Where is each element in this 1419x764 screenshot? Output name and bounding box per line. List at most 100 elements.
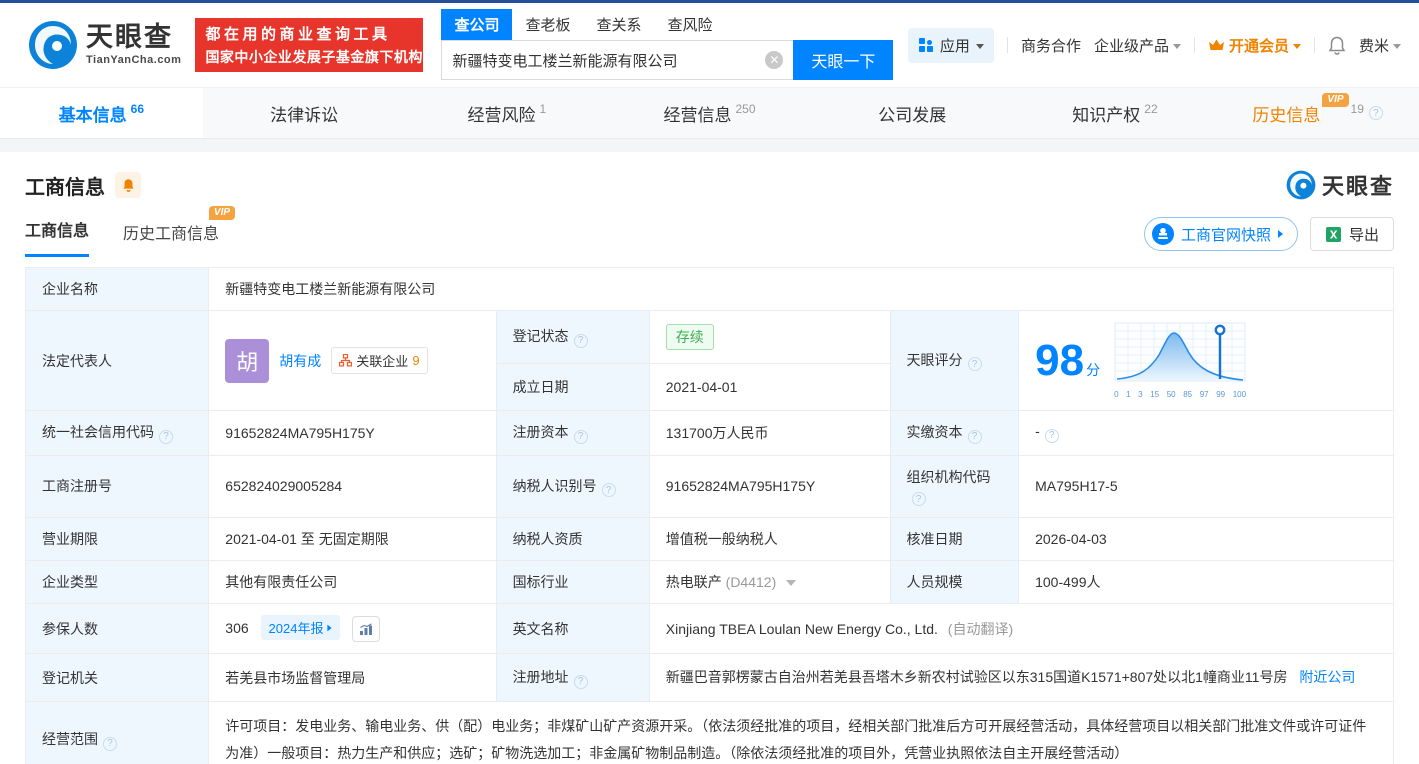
taxpayer-quality-value: 增值税一般纳税人 [648, 517, 891, 561]
notification-bell-icon[interactable] [1328, 36, 1346, 55]
legal-rep-name-link[interactable]: 胡有成 [279, 351, 321, 371]
search-button[interactable]: 天眼一下 [793, 40, 894, 80]
related-companies-badge[interactable]: 关联企业 9 [331, 347, 428, 374]
search-tab-relation[interactable]: 查关系 [583, 9, 654, 40]
help-icon[interactable]: ? [1044, 428, 1059, 443]
help-icon[interactable]: ? [911, 492, 926, 506]
taxpayer-quality-label: 纳税人资质 [495, 517, 650, 561]
establish-date-label: 成立日期 [495, 363, 650, 411]
help-icon[interactable]: ? [573, 333, 588, 348]
reg-capital-label: 注册资本? [495, 410, 650, 456]
credit-code-label: 统一社会信用代码? [24, 410, 210, 456]
table-row: 企业名称 新疆特变电工楼兰新能源有限公司 [24, 267, 1394, 311]
company-section-tabs: 基本信息 66 法律诉讼 经营风险 1 经营信息 250 公司发展 知识产权 2… [0, 87, 1419, 139]
subtab-history-business-info[interactable]: 历史工商信息 VIP [123, 206, 236, 257]
search-tab-boss[interactable]: 查老板 [512, 9, 583, 40]
insured-count: 306 [225, 620, 249, 636]
address-value: 新疆巴音郭楞蒙古自治州若羌县吾塔木乡新农村试验区以东315国道K1571+807… [648, 653, 1395, 703]
help-icon[interactable]: ? [573, 674, 588, 689]
taxpayer-id-label: 纳税人识别号? [495, 454, 650, 518]
stamp-icon [1151, 223, 1174, 245]
divider [1006, 37, 1008, 53]
reg-capital-value: 131700万人民币 [648, 410, 891, 456]
reg-status-value: 存续 [648, 309, 891, 365]
tab-history-info[interactable]: 历史信息 VIP 19 ? [1216, 88, 1419, 138]
org-chart-icon [339, 354, 353, 367]
tab-operating-risk[interactable]: 经营风险 1 [405, 88, 608, 138]
tab-operating-info[interactable]: 经营信息 250 [608, 88, 811, 138]
reg-status-label: 登记状态? [495, 309, 650, 365]
subtab-label: 历史工商信息 [123, 226, 220, 243]
help-icon[interactable]: ? [573, 429, 588, 444]
nearby-companies-link[interactable]: 附近公司 [1299, 669, 1355, 685]
clear-search-icon[interactable]: ✕ [765, 51, 784, 69]
tab-label: 历史信息 [1252, 105, 1321, 125]
brand-name: 天眼查 [1321, 174, 1394, 199]
legal-rep-label: 法定代表人 [24, 310, 210, 411]
tab-legal[interactable]: 法律诉讼 [203, 88, 406, 138]
reg-authority-value: 若羌县市场监督管理局 [208, 653, 497, 703]
subtab-business-info[interactable]: 工商信息 [25, 217, 90, 257]
related-label: 关联企业 [356, 354, 409, 369]
monitor-bell-icon[interactable] [115, 172, 141, 198]
industry-code: (D4412) [725, 574, 777, 590]
tab-label: 基本信息 [58, 105, 127, 125]
subtab-row: 工商信息 历史工商信息 VIP 工商官网快照 导出 [25, 206, 1394, 257]
reg-authority-label: 登记机关 [24, 653, 210, 703]
site-logo[interactable]: 天眼查 TianYanCha.com [28, 20, 181, 70]
tab-label: 经营风险 [467, 105, 536, 125]
score-cell: 98 分 0 1 3 15 50 85 97 99 100 [1018, 310, 1394, 411]
table-row: 统一社会信用代码? 91652824MA795H175Y 注册资本? 13170… [24, 410, 1394, 456]
export-label: 导出 [1348, 226, 1379, 244]
apps-label: 应用 [939, 37, 970, 55]
tab-label: 公司发展 [878, 105, 947, 125]
table-row: 参保人数 306 2024年报 英文名称 Xinjiang TBEA Loula… [24, 602, 1395, 655]
search-tab-company[interactable]: 查公司 [441, 9, 513, 40]
main-content: 工商信息 天眼查 工商信息 历史工商信息 VIP 工商官网快照 导出 企业名称 … [0, 169, 1419, 764]
establish-date-value: 2021-04-01 [648, 363, 891, 411]
table-row: 经营范围? 许可项目：发电业务、输电业务、供（配）电业务；非煤矿山矿产资源开采。… [24, 701, 1394, 764]
tab-basic-info[interactable]: 基本信息 66 [0, 88, 203, 138]
search-input[interactable] [442, 51, 766, 69]
nav-enterprise-products[interactable]: 企业级产品 [1094, 35, 1181, 56]
taxpayer-id-value: 91652824MA795H175Y [648, 454, 891, 518]
tab-count: 19 [1350, 102, 1364, 116]
tab-label: 经营信息 [663, 105, 732, 125]
expand-industry-icon[interactable] [786, 580, 797, 586]
arrow-right-icon [1277, 230, 1283, 238]
insured-trend-chart-icon[interactable] [352, 616, 381, 643]
help-icon[interactable]: ? [967, 357, 982, 372]
status-badge: 存续 [665, 324, 714, 351]
help-icon[interactable]: ? [601, 483, 616, 497]
annual-report-badge[interactable]: 2024年报 [260, 615, 341, 640]
divider [1193, 37, 1195, 53]
tab-count: 250 [735, 102, 756, 116]
tab-count: 22 [1144, 102, 1158, 116]
approval-date-label: 核准日期 [889, 517, 1020, 561]
nav-business-coop[interactable]: 商务合作 [1021, 35, 1081, 56]
address-label: 注册地址? [495, 653, 650, 703]
tianyancha-logo-icon [29, 21, 77, 69]
help-icon[interactable]: ? [967, 429, 982, 444]
chevron-down-icon [975, 43, 984, 49]
help-icon[interactable]: ? [159, 429, 173, 444]
vip-label: 开通会员 [1228, 37, 1289, 55]
promo-banner: 都在用的商业查询工具 国家中小企业发展子基金旗下机构 [195, 18, 424, 72]
user-menu[interactable]: 费米 [1359, 35, 1401, 56]
help-icon[interactable]: ? [1368, 106, 1383, 120]
staff-size-label: 人员规模 [889, 560, 1020, 604]
search-tab-risk[interactable]: 查风险 [654, 9, 725, 40]
score-marker-pin [1214, 324, 1226, 336]
search-input-wrap: ✕ [441, 40, 794, 80]
legal-rep-avatar[interactable]: 胡 [225, 338, 270, 383]
tab-label: 知识产权 [1072, 105, 1141, 125]
company-name-value: 新疆特变电工楼兰新能源有限公司 [208, 267, 1394, 311]
help-icon[interactable]: ? [103, 736, 117, 751]
apps-menu[interactable]: 应用 [907, 27, 994, 63]
tab-intellectual-property[interactable]: 知识产权 22 [1014, 88, 1217, 138]
open-vip-link[interactable]: 开通会员 [1208, 35, 1301, 56]
tab-company-development[interactable]: 公司发展 [811, 88, 1014, 138]
official-snapshot-button[interactable]: 工商官网快照 [1143, 217, 1298, 251]
insured-label: 参保人数 [24, 602, 210, 655]
export-button[interactable]: 导出 [1309, 217, 1394, 251]
